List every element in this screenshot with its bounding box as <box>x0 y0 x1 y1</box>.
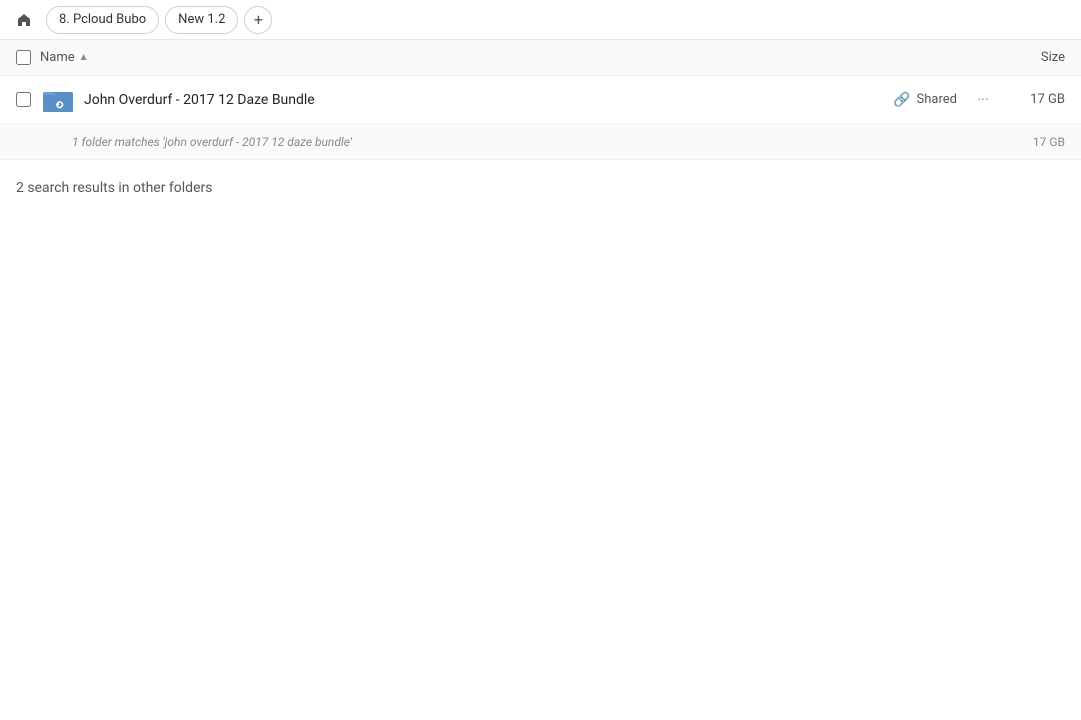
home-button[interactable] <box>8 4 40 36</box>
other-folders-title: 2 search results in other folders <box>16 180 1065 196</box>
file-name: John Overdurf - 2017 12 Daze Bundle <box>84 92 893 108</box>
row-checkbox[interactable] <box>16 92 31 107</box>
top-bar: 8. Pcloud Bubo New 1.2 + <box>0 0 1081 40</box>
sort-arrow-icon: ▲ <box>79 52 89 63</box>
file-row-main[interactable]: John Overdurf - 2017 12 Daze Bundle 🔗 Sh… <box>0 76 1081 124</box>
file-size: 17 GB <box>1005 92 1065 107</box>
shared-badge: 🔗 Shared <box>893 92 957 108</box>
add-tab-button[interactable]: + <box>244 6 272 34</box>
sub-result-row: 1 folder matches 'john overdurf - 2017 1… <box>0 124 1081 160</box>
size-column-header: Size <box>985 50 1065 65</box>
row-checkbox-wrapper[interactable] <box>16 92 40 107</box>
select-all-checkbox-wrapper[interactable] <box>16 50 40 65</box>
link-icon: 🔗 <box>893 92 910 108</box>
select-all-checkbox[interactable] <box>16 50 31 65</box>
more-options-button[interactable]: ··· <box>969 86 997 114</box>
sub-result-text: 1 folder matches 'john overdurf - 2017 1… <box>72 135 1033 149</box>
column-header-row: Name ▲ Size <box>0 40 1081 76</box>
other-folders-section: 2 search results in other folders <box>0 160 1081 204</box>
breadcrumb-item-1[interactable]: 8. Pcloud Bubo <box>46 6 159 34</box>
name-column-header[interactable]: Name ▲ <box>40 50 985 65</box>
home-icon <box>16 12 32 28</box>
folder-icon <box>42 84 74 116</box>
folder-icon-wrapper <box>40 82 76 118</box>
breadcrumb-item-2[interactable]: New 1.2 <box>165 6 238 34</box>
sub-result-size: 17 GB <box>1033 135 1065 149</box>
